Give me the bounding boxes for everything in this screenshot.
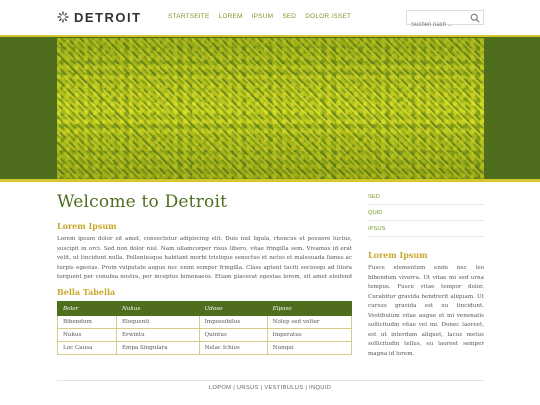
table-cell: Erwintu [115,328,200,342]
table-row: Loc Causa Empa Singulara Nelac Ichios Nu… [57,341,353,355]
table-cell: Quintus [198,328,268,342]
sunburst-icon [57,11,69,23]
table-header-cell: Elpaso [266,301,353,316]
main-content: Welcome to Detroit Lorem Ipsum Lorem ips… [57,192,353,355]
search-icon[interactable] [470,13,480,23]
table-cell: Eloquenti [115,315,200,329]
nav-item-sed[interactable]: SED [282,13,296,20]
table-header-cell: Bolor [57,301,117,316]
nav-item-ipsum[interactable]: IPSUM [252,13,274,20]
hero-image [57,38,484,179]
page-title: Welcome to Detroit [57,192,228,212]
table-cell: Impossibilus [198,315,268,329]
site-header: DETROIT STARTSEITE LOREM IPSUM SED DOLOR… [0,0,540,35]
sidebar-title: Lorem Ipsum [368,250,428,260]
main-nav: STARTSEITE LOREM IPSUM SED DOLOR ISSET [168,13,360,20]
table-row: Nukus Erwintu Quintus Imperatus [57,328,353,342]
data-table: Bolor Nukus Udoso Elpaso Bibendum Eloque… [57,301,353,355]
intro-paragraph: Lorem ipsum dolor sit amet, consectetur … [57,236,352,284]
table-cell: Nelac Ichios [198,341,268,355]
table-row: Bibendum Eloquenti Impossibilus Nolep se… [57,315,353,329]
search-input[interactable] [407,18,469,32]
table-cell: Empa Singulara [115,341,200,355]
footer-links[interactable]: LOPOM | URSUS | VESTIBULUS | INQUID [0,385,540,391]
site-logo[interactable]: DETROIT [57,9,142,25]
sidebar-link-quid[interactable]: QUID [368,205,484,221]
table-header-cell: Udoso [198,301,268,316]
hero-image-shade [57,38,484,179]
search-box [406,10,484,32]
table-title: Bella Tabella [57,287,116,297]
table-cell: Bibendum [57,315,117,329]
nav-item-dolor-isset[interactable]: DOLOR ISSET [305,13,351,20]
sidebar-link-ipsus[interactable]: IPSUS [368,221,484,237]
sidebar-link-sed[interactable]: SED [368,189,484,205]
table-header-cell: Nukus [115,301,200,316]
table-cell: Nukus [57,328,117,342]
sidebar: SED QUID IPSUS Lorem Ipsum Fusce element… [368,189,484,359]
table-cell: Nunqui [266,341,353,355]
footer-divider [57,380,484,381]
section-title: Lorem Ipsum [57,221,117,231]
table-cell: Loc Causa [57,341,117,355]
table-header-row: Bolor Nukus Udoso Elpaso [57,301,353,316]
hero-band-top-stripe [0,35,540,37]
logo-text: DETROIT [74,9,142,25]
nav-item-lorem[interactable]: LOREM [219,13,243,20]
table-cell: Nolep sed volter [266,315,353,329]
sidebar-paragraph: Fusce elementum enim nec leo bibendum vi… [368,265,484,357]
nav-item-startseite[interactable]: STARTSEITE [168,13,210,20]
table-cell: Imperatus [266,328,353,342]
